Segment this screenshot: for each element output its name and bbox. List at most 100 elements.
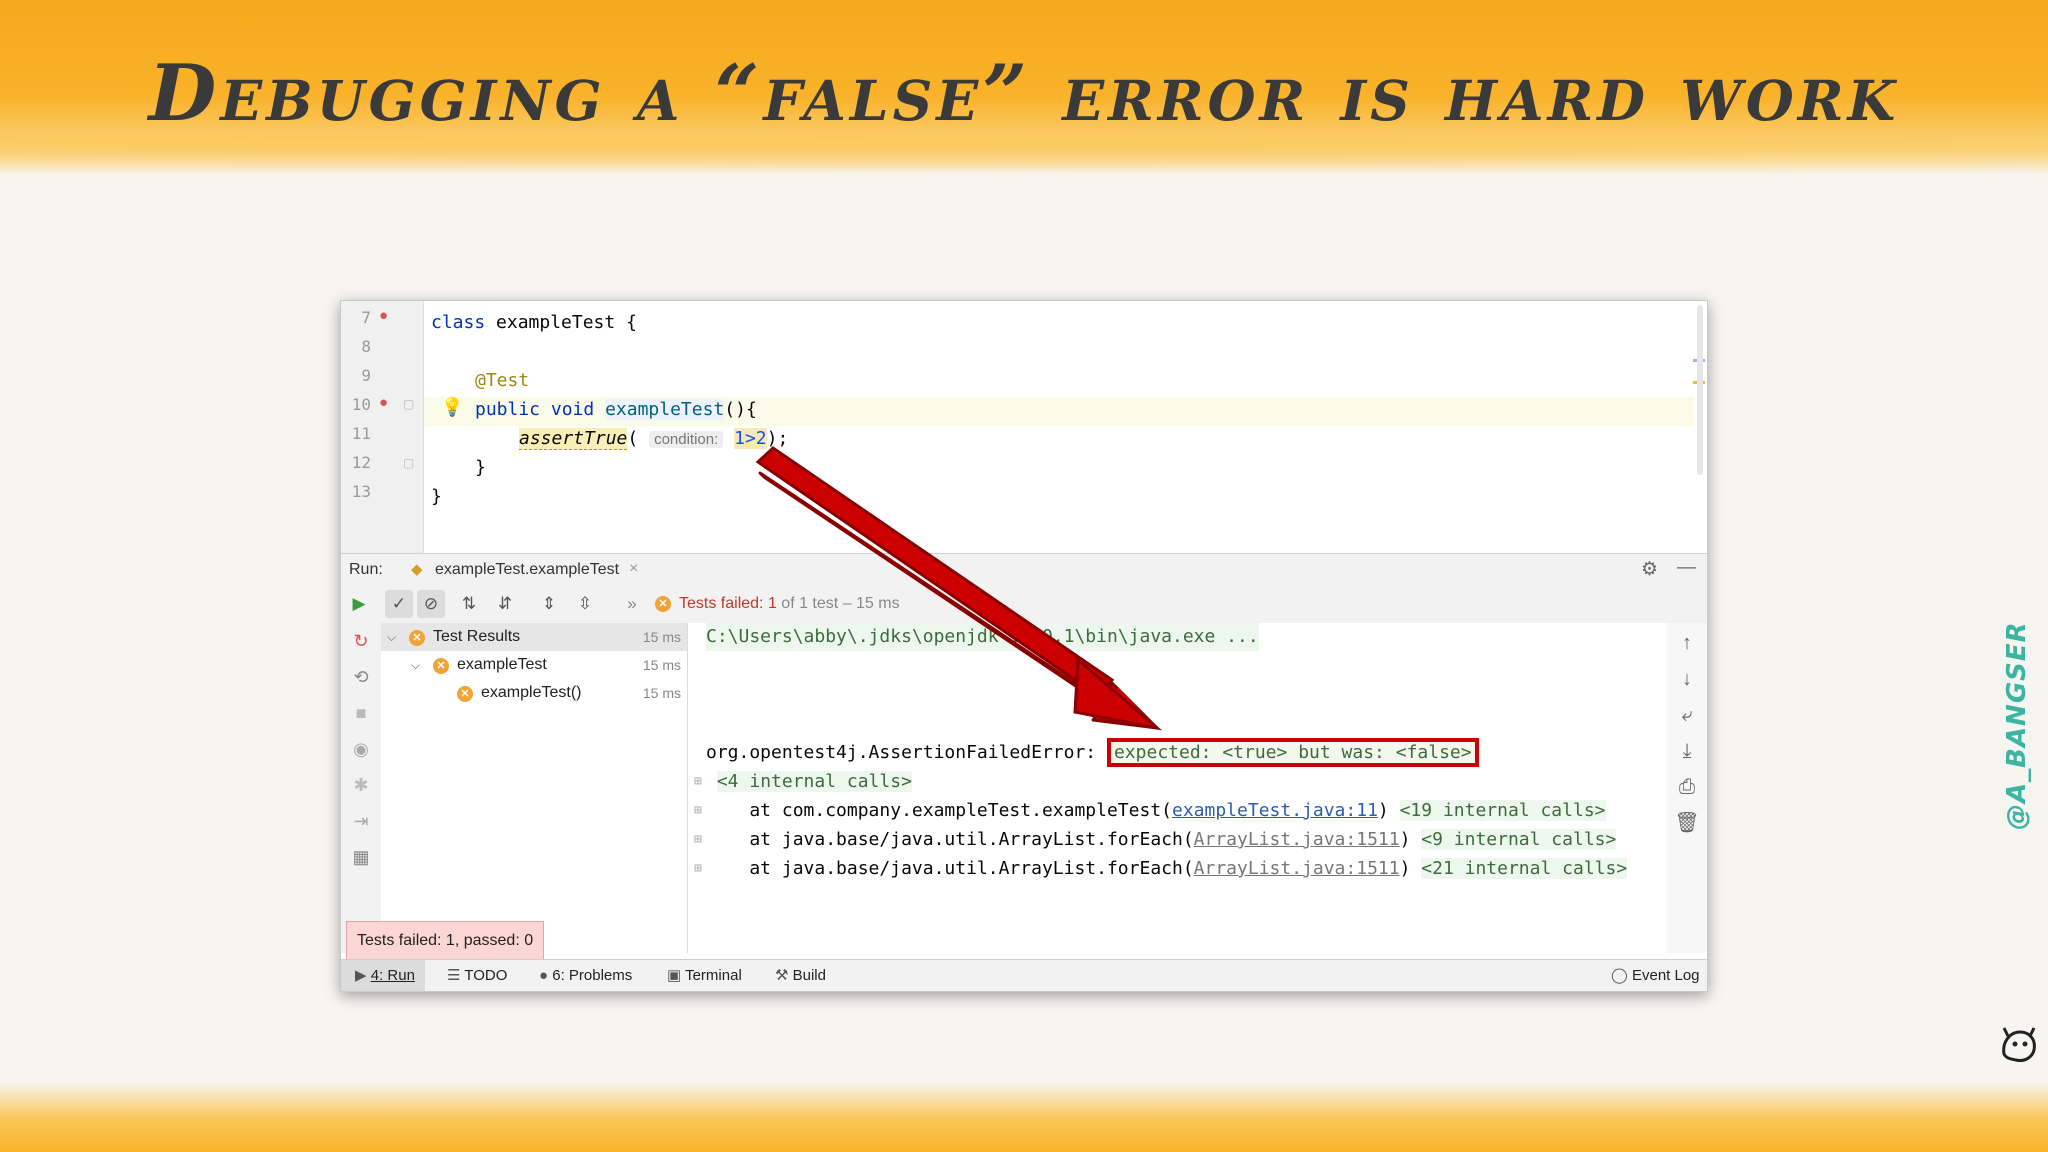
internal-calls[interactable]: <21 internal calls> <box>1421 858 1628 879</box>
collapse-all-icon[interactable]: ⇳ <box>571 590 599 618</box>
trace-suffix: ) <box>1377 800 1400 821</box>
tool-label: 4: Run <box>370 967 415 984</box>
source-link[interactable]: ArrayList.java:1511 <box>1194 858 1400 879</box>
test-results-tree: ⌵ ✕ Test Results 15 ms ⌵ ✕ exampleTest 1… <box>381 623 688 953</box>
terminal-tool-button[interactable]: ▣ Terminal <box>667 960 742 991</box>
problems-tool-button[interactable]: ● 6: Problems <box>539 960 632 991</box>
stack-trace-line: ⊞ at com.company.exampleTest.exampleTest… <box>694 797 1606 825</box>
expand-all-icon[interactable]: ⇕ <box>535 590 563 618</box>
code-line-10: public void exampleTest(){ <box>475 395 757 424</box>
soft-wrap-icon[interactable]: ⤶ <box>1673 701 1701 729</box>
stack-trace-line: ⊞ at java.base/java.util.ArrayList.forEa… <box>694 855 1628 883</box>
keyword: class <box>431 312 486 333</box>
tool-label: Terminal <box>685 967 742 984</box>
failed-icon: ✕ <box>409 624 425 652</box>
chevron-down-icon[interactable]: ⌵ <box>411 651 420 679</box>
export-icon[interactable]: ⇥ <box>347 807 375 835</box>
sort-alpha-icon[interactable]: ⇅ <box>455 590 483 618</box>
close-icon[interactable]: × <box>629 560 638 578</box>
method-call: assertTrue <box>519 428 628 450</box>
print-icon[interactable]: ⎙ <box>1673 773 1701 801</box>
todo-tool-button[interactable]: ☰ TODO <box>447 960 508 991</box>
code-line-11: assertTrue( condition: 1>2); <box>519 424 788 453</box>
expand-icon[interactable]: ⊞ <box>694 855 702 883</box>
trace-prefix: at java.base/java.util.ArrayList.forEach… <box>706 829 1194 850</box>
rerun-failed-icon[interactable]: ↻ <box>347 627 375 655</box>
arrow-up-icon[interactable]: ↑ <box>1673 629 1701 657</box>
play-icon: ▶ <box>355 967 367 984</box>
trace-prefix: at com.company.exampleTest.exampleTest( <box>706 800 1172 821</box>
test-duration: 15 ms <box>642 629 681 645</box>
lightbulb-icon[interactable]: 💡 <box>441 397 463 418</box>
tool-window-bar: ▶ 4: Run ☰ TODO ● 6: Problems ▣ Terminal… <box>341 959 1707 991</box>
slide-title: Debugging a “false” error is hard work <box>148 48 1900 139</box>
trace-suffix: ) <box>1399 829 1422 850</box>
show-passed-icon[interactable]: ✓ <box>385 590 413 618</box>
line-number: 12 <box>351 453 371 472</box>
internal-calls[interactable]: <9 internal calls> <box>1421 829 1617 850</box>
run-tab-title[interactable]: exampleTest.exampleTest <box>435 561 619 579</box>
code-text: } <box>475 457 486 478</box>
minimize-icon[interactable]: — <box>1677 557 1696 579</box>
build-tool-button[interactable]: ⚒ Build <box>775 960 826 991</box>
tree-row[interactable]: ⌵ ✕ exampleTest 15 ms <box>381 651 687 679</box>
failed-count: 1 <box>767 595 777 612</box>
bottom-banner <box>0 1082 2048 1152</box>
rerun-icon[interactable]: ▶ <box>345 590 373 618</box>
parameter-hint: condition: <box>649 431 724 448</box>
trash-icon[interactable]: 🗑 <box>1673 809 1701 837</box>
expand-icon[interactable]: ⊞ <box>694 826 702 854</box>
tree-row[interactable]: ✕ exampleTest() 15 ms <box>381 679 687 707</box>
run-test-gutter-icon[interactable]: ● <box>379 394 388 411</box>
expand-icon[interactable]: ⊞ <box>694 768 702 796</box>
code-editor[interactable]: 7 8 9 10 11 12 13 ● ● ▢ ▢ 💡 class exampl… <box>341 301 1707 553</box>
status-suffix: of 1 test – 15 ms <box>776 595 900 612</box>
code-line-7: class exampleTest { <box>431 308 637 337</box>
argument: 1>2 <box>734 428 767 449</box>
run-tool-button[interactable]: ▶ 4: Run <box>341 960 425 991</box>
source-link[interactable]: exampleTest.java:11 <box>1172 800 1378 821</box>
annotation: @Test <box>475 370 530 391</box>
tree-label: exampleTest <box>457 656 547 673</box>
scroll-to-end-icon[interactable]: ⤓ <box>1673 737 1701 765</box>
keyword: public void <box>475 399 595 420</box>
author-handle: @A_BANGSER <box>2002 621 2032 830</box>
run-config-icon: ◆ <box>411 561 423 578</box>
expand-icon[interactable]: ⊞ <box>694 797 702 825</box>
code-text: (){ <box>724 399 757 420</box>
tests-failed-notification[interactable]: Tests failed: 1, passed: 0 <box>346 921 545 961</box>
run-side-toolbar: ↻ ⟲ ■ ◉ ✱ ⇥ ▦ <box>341 623 382 953</box>
arrow-down-icon[interactable]: ↓ <box>1673 665 1701 693</box>
console-error-line: org.opentest4j.AssertionFailedError: exp… <box>706 738 1479 767</box>
source-link[interactable]: ArrayList.java:1511 <box>1194 829 1400 850</box>
code-line-9: @Test <box>475 366 529 395</box>
tree-row[interactable]: ⌵ ✕ Test Results 15 ms <box>381 623 687 651</box>
debug-icon[interactable]: ✱ <box>347 771 375 799</box>
sort-duration-icon[interactable]: ⇵ <box>491 590 519 618</box>
show-ignored-icon[interactable]: ⊘ <box>417 590 445 618</box>
layout-icon[interactable]: ▦ <box>347 843 375 871</box>
fold-icon[interactable]: ▢ <box>403 397 414 411</box>
more-icon[interactable]: » <box>625 590 639 618</box>
console-command: C:\Users\abby\.jdks\openjdk-15.0.1\bin\j… <box>706 623 1259 651</box>
line-number: 9 <box>361 366 371 385</box>
internal-calls[interactable]: <4 internal calls> <box>716 771 912 792</box>
editor-scrollbar[interactable] <box>1697 305 1703 475</box>
chevron-down-icon[interactable]: ⌵ <box>387 623 396 651</box>
code-text: ); <box>766 428 789 449</box>
camera-icon[interactable]: ◉ <box>347 735 375 763</box>
error-message: expected: <true> but was: <false> <box>1106 738 1479 767</box>
gear-icon[interactable]: ⚙ <box>1641 558 1658 581</box>
event-log-button[interactable]: ◯ Event Log <box>1611 960 1700 991</box>
internal-calls[interactable]: <19 internal calls> <box>1399 800 1606 821</box>
console-side-toolbar: ↑ ↓ ⤶ ⤓ ⎙ 🗑 <box>1667 623 1707 953</box>
failed-icon: ✕ <box>457 680 473 708</box>
toggle-auto-test-icon[interactable]: ⟲ <box>347 663 375 691</box>
run-test-gutter-icon[interactable]: ● <box>379 307 388 324</box>
stop-icon[interactable]: ■ <box>347 699 375 727</box>
terminal-icon: ▣ <box>667 967 682 984</box>
fold-icon[interactable]: ▢ <box>403 456 414 470</box>
console-output[interactable]: C:\Users\abby\.jdks\openjdk-15.0.1\bin\j… <box>688 623 1688 953</box>
tool-label: TODO <box>464 967 508 984</box>
code-line-12: } <box>475 453 486 482</box>
